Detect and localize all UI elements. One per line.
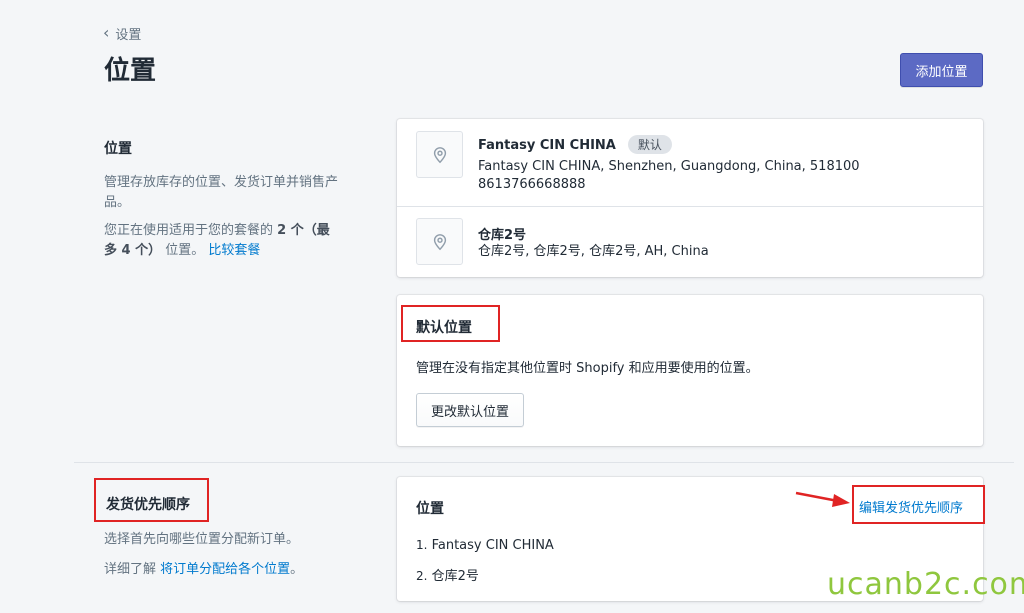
priority-item-text: Fantasy CIN CHINA — [431, 538, 554, 553]
location-address-line: Fantasy CIN CHINA, Shenzhen, Guangdong, … — [478, 159, 860, 174]
assign-orders-link[interactable]: 将订单分配给各个位置 — [160, 562, 290, 577]
annotation-box — [94, 478, 209, 522]
page-title: 位置 — [104, 56, 157, 86]
chevron-left-icon: ‹ — [103, 22, 110, 42]
compare-plans-link[interactable]: 比较套餐 — [208, 243, 260, 258]
location-row[interactable]: Fantasy CIN CHINA 默认 Fantasy CIN CHINA, S… — [397, 119, 983, 206]
section-divider — [74, 462, 1014, 463]
usage-prefix: 您正在使用适用于您的套餐的 — [104, 223, 274, 238]
location-address: Fantasy CIN CHINA, Shenzhen, Guangdong, … — [478, 158, 860, 194]
learn-suffix: 。 — [290, 562, 304, 577]
location-address-line: 仓库2号, 仓库2号, 仓库2号, AH, China — [478, 244, 709, 259]
annotation-arrow-icon — [795, 491, 850, 507]
fulfillment-card-title: 位置 — [416, 501, 444, 517]
page: ‹ 设置 位置 添加位置 位置 管理存放库存的位置、发货订单并销售产品。 您正在… — [0, 0, 1024, 613]
priority-item-text: 仓库2号 — [431, 569, 479, 584]
annotation-box — [852, 485, 985, 524]
priority-list-item: 2. 仓库2号 — [416, 569, 479, 584]
location-name: Fantasy CIN CHINA 默认 — [478, 135, 672, 154]
fulfillment-section-desc: 选择首先向哪些位置分配新订单。 — [104, 532, 300, 547]
change-default-location-button[interactable]: 更改默认位置 — [416, 393, 525, 427]
location-row[interactable]: 仓库2号 仓库2号, 仓库2号, 仓库2号, AH, China — [397, 207, 983, 277]
annotation-box — [401, 305, 500, 342]
locations-section-title: 位置 — [104, 141, 132, 157]
back-link[interactable]: ‹ 设置 — [103, 24, 141, 43]
location-phone: 8613766668888 — [478, 177, 586, 192]
default-badge: 默认 — [627, 135, 672, 154]
location-pin-icon — [416, 218, 463, 265]
locations-usage-text: 您正在使用适用于您的套餐的 2 个（最多 4 个） 位置。 比较套餐 — [104, 221, 339, 261]
location-pin-icon — [416, 131, 463, 178]
learn-prefix: 详细了解 — [104, 562, 157, 577]
fulfillment-learn-more: 详细了解 将订单分配给各个位置。 — [104, 560, 303, 580]
locations-section-desc: 管理存放库存的位置、发货订单并销售产品。 — [104, 175, 339, 210]
location-name: 仓库2号 — [478, 228, 527, 243]
watermark: ucanb2c.com — [827, 567, 1024, 602]
priority-list-item: 1. Fantasy CIN CHINA — [416, 538, 554, 553]
locations-card: Fantasy CIN CHINA 默认 Fantasy CIN CHINA, S… — [397, 119, 983, 277]
usage-suffix: 位置。 — [165, 243, 205, 258]
back-label: 设置 — [115, 28, 142, 43]
location-name-text: Fantasy CIN CHINA — [478, 138, 616, 153]
default-location-desc: 管理在没有指定其他位置时 Shopify 和应用要使用的位置。 — [416, 361, 759, 376]
add-location-button[interactable]: 添加位置 — [900, 53, 983, 87]
